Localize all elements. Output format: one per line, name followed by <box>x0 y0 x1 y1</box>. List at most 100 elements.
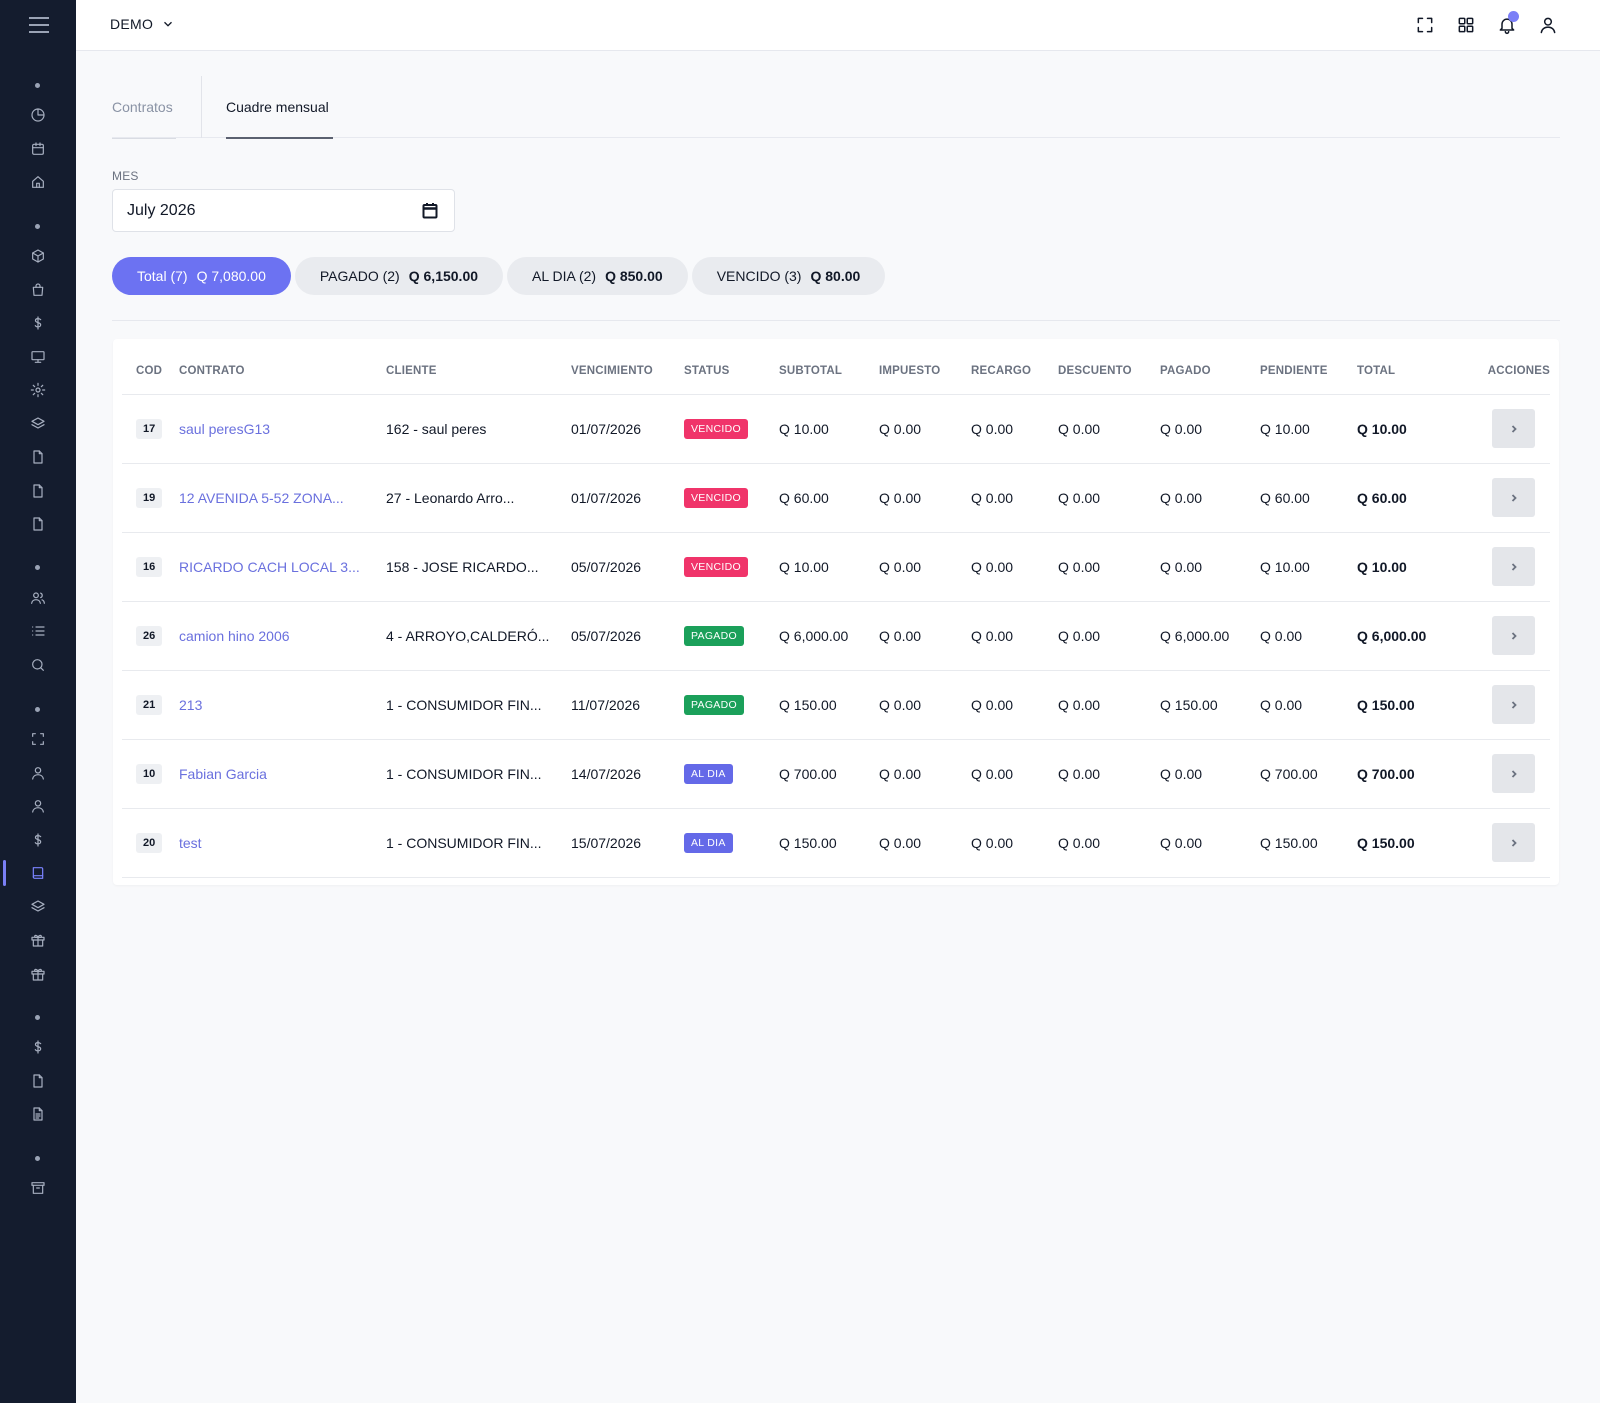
column-header: COD <box>122 349 179 395</box>
due-date-cell: 14/07/2026 <box>571 739 684 809</box>
shopping-bag-icon[interactable] <box>26 278 50 302</box>
contract-code: 10 <box>136 763 163 784</box>
contract-link[interactable]: 12 AVENIDA 5-52 ZONA... <box>179 490 344 506</box>
tab-separator <box>201 76 202 138</box>
pending-cell: Q 10.00 <box>1260 394 1357 464</box>
column-header: PAGADO <box>1160 349 1260 395</box>
users-icon[interactable] <box>26 586 50 610</box>
subtotal-cell: Q 700.00 <box>779 739 879 809</box>
column-header: IMPUESTO <box>879 349 971 395</box>
table-row: 16 RICARDO CACH LOCAL 3... 158 - JOSE RI… <box>122 532 1550 602</box>
tabs: Contratos Cuadre mensual <box>112 76 1560 139</box>
list-icon[interactable] <box>26 619 50 643</box>
row-action-button[interactable] <box>1492 409 1535 448</box>
month-label: MES <box>112 169 139 183</box>
sidebar-section-dot <box>35 1156 40 1161</box>
summary-filters: Total (7) Q 7,080.00 PAGADO (2) Q 6,150.00… <box>112 257 886 295</box>
dollar-icon[interactable] <box>26 311 50 335</box>
user-icon[interactable] <box>1536 13 1560 37</box>
row-action-button[interactable] <box>1492 616 1535 655</box>
filter-label: VENCIDO (3) <box>716 268 802 284</box>
due-date-cell: 11/07/2026 <box>571 670 684 740</box>
divider <box>112 320 1560 321</box>
gift-icon[interactable] <box>26 962 50 986</box>
layers-icon[interactable] <box>26 895 50 919</box>
column-header: CONTRATO <box>179 349 386 395</box>
user-icon[interactable] <box>26 794 50 818</box>
chart-pie-icon[interactable] <box>26 103 50 127</box>
due-date-cell: 05/07/2026 <box>571 601 684 671</box>
gift-icon[interactable] <box>26 928 50 952</box>
hamburger-menu-icon[interactable] <box>24 12 54 38</box>
contract-link[interactable]: saul peresG13 <box>179 421 270 437</box>
gear-icon[interactable] <box>26 378 50 402</box>
cube-icon[interactable] <box>26 244 50 268</box>
contract-link[interactable]: camion hino 2006 <box>179 628 290 644</box>
book-icon[interactable] <box>26 861 50 885</box>
surcharge-cell: Q 0.00 <box>971 808 1058 878</box>
contract-link[interactable]: test <box>179 835 202 851</box>
pending-cell: Q 0.00 <box>1260 670 1357 740</box>
discount-cell: Q 0.00 <box>1058 808 1160 878</box>
sidebar-section-dot <box>35 1015 40 1020</box>
search-icon[interactable] <box>26 653 50 677</box>
file-icon[interactable] <box>26 1069 50 1093</box>
row-action-button[interactable] <box>1492 823 1535 862</box>
dollar-icon[interactable] <box>26 828 50 852</box>
archive-icon[interactable] <box>26 1176 50 1200</box>
column-header: CLIENTE <box>386 349 571 395</box>
bell-icon[interactable] <box>1495 11 1519 37</box>
contracts-table-card: COD CONTRATO CLIENTE VENCIMIENTO STATUS … <box>113 339 1559 885</box>
filter-total[interactable]: Total (7) Q 7,080.00 <box>112 257 291 295</box>
paid-cell: Q 0.00 <box>1160 394 1260 464</box>
apps-grid-icon[interactable] <box>1454 13 1478 37</box>
user-icon[interactable] <box>26 761 50 785</box>
month-input[interactable]: July 2026 <box>112 189 455 232</box>
status-badge: AL DIA <box>684 832 733 853</box>
file-icon[interactable] <box>26 445 50 469</box>
chevron-right-icon <box>1511 493 1517 502</box>
paid-cell: Q 0.00 <box>1160 532 1260 602</box>
layers-icon[interactable] <box>26 412 50 436</box>
contract-link[interactable]: Fabian Garcia <box>179 766 267 782</box>
tax-cell: Q 0.00 <box>879 670 971 740</box>
filter-pagado[interactable]: PAGADO (2) Q 6,150.00 <box>294 257 504 295</box>
discount-cell: Q 0.00 <box>1058 532 1160 602</box>
sidebar <box>0 0 76 1403</box>
client-cell: 158 - JOSE RICARDO... <box>386 532 571 602</box>
calendar-icon[interactable] <box>422 202 438 219</box>
table-row: 19 12 AVENIDA 5-52 ZONA... 27 - Leonardo… <box>122 463 1550 533</box>
row-action-button[interactable] <box>1492 685 1535 724</box>
pending-cell: Q 10.00 <box>1260 532 1357 602</box>
filter-al-dia[interactable]: AL DIA (2) Q 850.00 <box>507 257 688 295</box>
home-icon[interactable] <box>26 170 50 194</box>
filter-vencido[interactable]: VENCIDO (3) Q 80.00 <box>691 257 886 295</box>
monitor-icon[interactable] <box>26 345 50 369</box>
discount-cell: Q 0.00 <box>1058 670 1160 740</box>
subtotal-cell: Q 60.00 <box>779 463 879 533</box>
file-text-icon[interactable] <box>26 1102 50 1126</box>
file-icon[interactable] <box>26 512 50 536</box>
file-icon[interactable] <box>26 479 50 503</box>
tax-cell: Q 0.00 <box>879 739 971 809</box>
contract-link[interactable]: RICARDO CACH LOCAL 3... <box>179 559 360 575</box>
tab-cuadre-mensual[interactable]: Cuadre mensual <box>226 76 336 139</box>
filter-amount: Q 7,080.00 <box>196 268 266 284</box>
sidebar-section-dot <box>35 565 40 570</box>
row-action-button[interactable] <box>1492 754 1535 793</box>
tab-contratos[interactable]: Contratos <box>112 76 176 139</box>
column-header: TOTAL <box>1357 349 1457 395</box>
dollar-icon[interactable] <box>26 1035 50 1059</box>
row-action-button[interactable] <box>1492 478 1535 517</box>
contract-link[interactable]: 213 <box>179 697 202 713</box>
org-selector[interactable]: DEMO <box>110 16 175 32</box>
subtotal-cell: Q 6,000.00 <box>779 601 879 671</box>
chevron-right-icon <box>1511 424 1517 433</box>
fullscreen-icon[interactable] <box>1413 13 1437 37</box>
sidebar-active-indicator <box>3 860 6 886</box>
row-action-button[interactable] <box>1492 547 1535 586</box>
status-badge: AL DIA <box>684 763 733 784</box>
tax-cell: Q 0.00 <box>879 601 971 671</box>
scan-icon[interactable] <box>26 727 50 751</box>
calendar-icon[interactable] <box>26 137 50 161</box>
